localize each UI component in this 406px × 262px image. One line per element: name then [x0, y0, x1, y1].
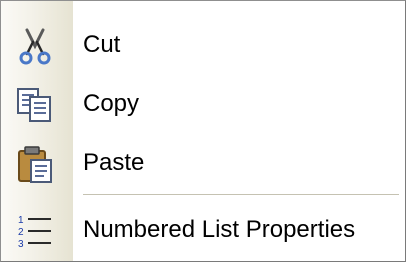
menu-separator [83, 194, 399, 195]
paste-icon [18, 146, 52, 183]
menu-item-cut[interactable]: Cut [1, 16, 405, 74]
svg-text:2: 2 [18, 227, 24, 238]
menu-item-label: Numbered List Properties [83, 216, 356, 243]
menu-item-numbered-list-properties[interactable]: 1 2 3 Numbered List Properties [1, 201, 405, 259]
svg-text:3: 3 [18, 239, 24, 250]
numbered-list-icon: 1 2 3 [18, 215, 51, 250]
menu-item-label: Cut [83, 31, 121, 58]
menu-item-label: Paste [83, 149, 145, 176]
scissors-icon [19, 28, 51, 65]
menu-item-copy[interactable]: Copy [1, 75, 405, 133]
copy-icon [17, 88, 51, 122]
menu-item-label: Copy [83, 90, 140, 117]
context-menu: Cut Copy Paste 1 2 3 Numbered List Prope… [0, 0, 406, 262]
menu-item-paste[interactable]: Paste [1, 134, 405, 192]
svg-text:1: 1 [18, 215, 24, 226]
